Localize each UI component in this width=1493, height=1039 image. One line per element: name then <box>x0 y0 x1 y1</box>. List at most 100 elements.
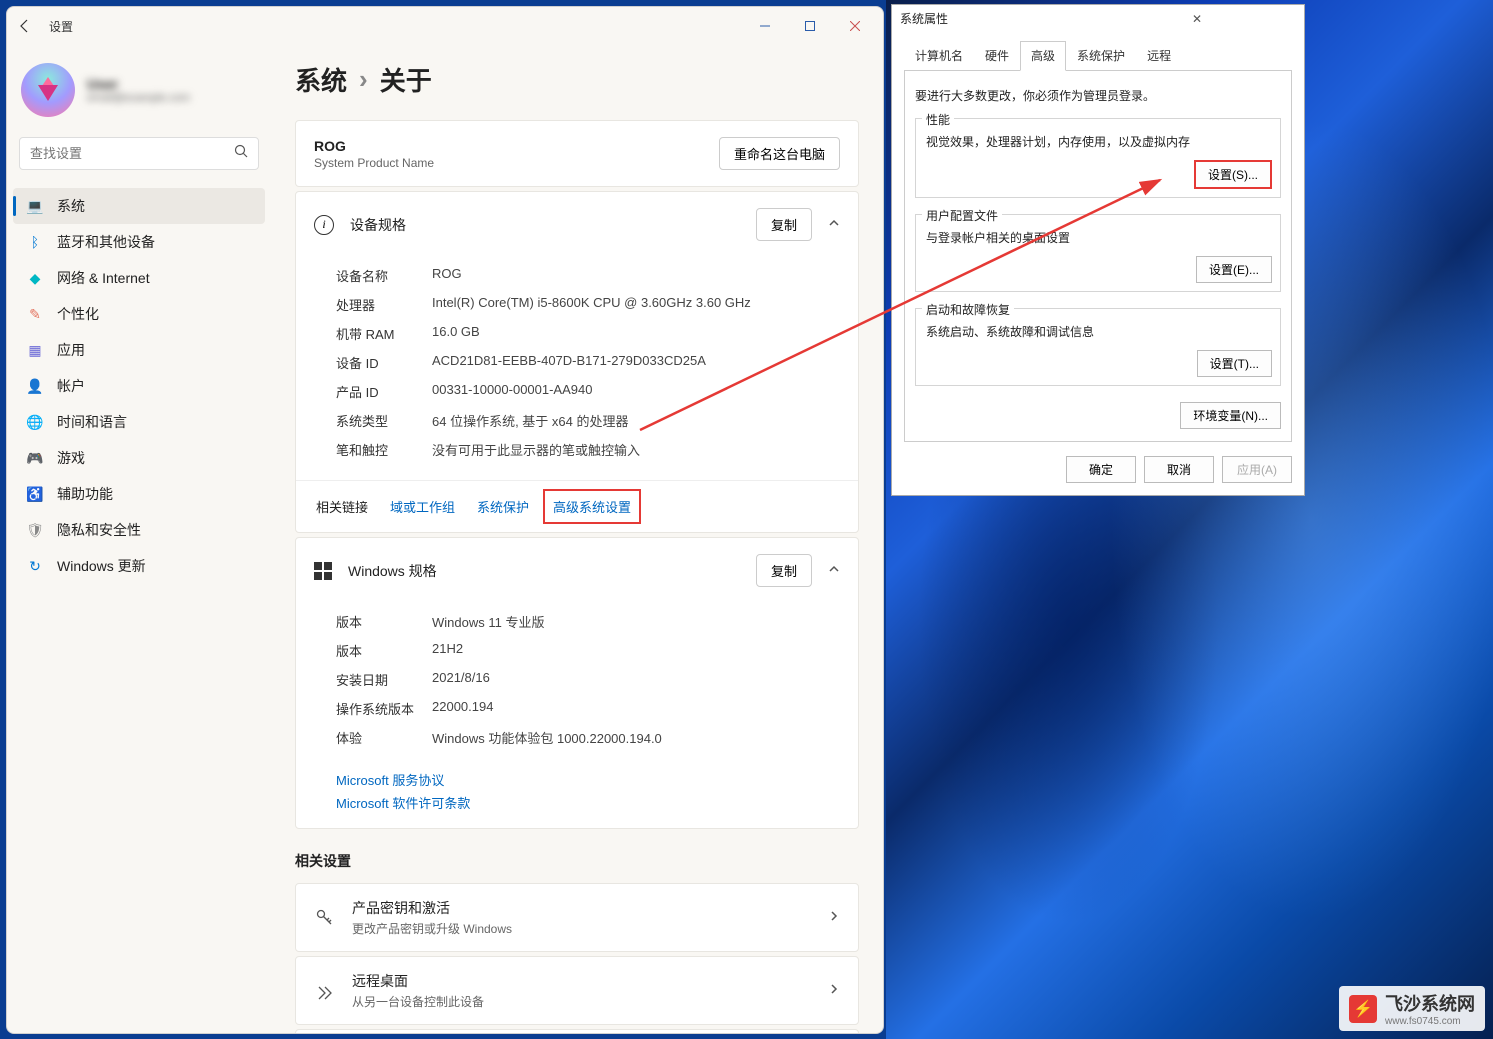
spec-key: 系统类型 <box>336 411 432 430</box>
sysprops-tab-4[interactable]: 远程 <box>1136 41 1182 71</box>
sidebar-item-2[interactable]: ◆ 网络 & Internet <box>13 260 265 296</box>
rename-pc-button[interactable]: 重命名这台电脑 <box>719 137 840 170</box>
sidebar-item-9[interactable]: 🛡 隐私和安全性 <box>13 512 265 548</box>
related-item-title: 远程桌面 <box>352 971 812 991</box>
nav-label: 隐私和安全性 <box>57 520 141 540</box>
spec-key: 处理器 <box>336 295 432 314</box>
winspec-row: 操作系统版本 22000.194 <box>336 694 818 723</box>
spec-value: 64 位操作系统, 基于 x64 的处理器 <box>432 411 628 430</box>
copy-specs-button[interactable]: 复制 <box>756 208 812 241</box>
sysprops-tab-3[interactable]: 系统保护 <box>1066 41 1136 71</box>
sidebar-item-6[interactable]: 🌐 时间和语言 <box>13 404 265 440</box>
pc-product: System Product Name <box>314 156 703 170</box>
close-button[interactable] <box>832 11 877 41</box>
search-icon <box>234 144 248 163</box>
env-vars-button[interactable]: 环境变量(N)... <box>1180 402 1281 429</box>
sidebar-item-4[interactable]: ▦ 应用 <box>13 332 265 368</box>
sidebar-item-1[interactable]: ᛒ 蓝牙和其他设备 <box>13 224 265 260</box>
pc-card: ROG System Product Name 重命名这台电脑 <box>295 120 859 187</box>
nav-label: 游戏 <box>57 448 85 468</box>
sidebar: Useremail@example.com 💻 系统 ᛒ 蓝牙和其他设备 ◆ 网… <box>7 45 271 1033</box>
group-desc: 与登录帐户相关的桌面设置 <box>926 229 1272 246</box>
sysprops-tab-1[interactable]: 硬件 <box>974 41 1020 71</box>
spec-row: 笔和触控 没有可用于此显示器的笔或触控输入 <box>336 435 818 464</box>
minimize-button[interactable] <box>742 11 787 41</box>
sidebar-item-7[interactable]: 🎮 游戏 <box>13 440 265 476</box>
related-item-sub: 更改产品密钥或升级 Windows <box>352 920 812 937</box>
watermark-logo: ⚡ <box>1349 995 1377 1023</box>
chevron-right-icon: › <box>359 64 368 95</box>
group-settings-button-0[interactable]: 设置(S)... <box>1194 160 1272 189</box>
nav-icon: ♿ <box>27 486 43 502</box>
link-ms-license-terms[interactable]: Microsoft 软件许可条款 <box>336 791 818 814</box>
nav-icon: 🛡 <box>27 522 43 538</box>
windows-specs-header[interactable]: Windows 规格 复制 <box>296 538 858 603</box>
windows-icon <box>314 562 332 580</box>
related-card-2[interactable]: 设备管理器 打印机和其他驱动程序、硬件属性 <box>295 1029 859 1033</box>
admin-note: 要进行大多数更改，你必须作为管理员登录。 <box>915 87 1281 104</box>
breadcrumb-system[interactable]: 系统 <box>295 61 347 98</box>
related-item-title: 产品密钥和激活 <box>352 898 812 918</box>
nav-label: 帐户 <box>57 376 85 396</box>
system-properties-dialog: 系统属性 ✕ 计算机名硬件高级系统保护远程 要进行大多数更改，你必须作为管理员登… <box>891 4 1305 496</box>
sysprops-tab-2[interactable]: 高级 <box>1020 41 1066 71</box>
content: 系统 › 关于 ROG System Product Name 重命名这台电脑 … <box>271 45 883 1033</box>
profile[interactable]: Useremail@example.com <box>13 55 265 125</box>
sidebar-item-3[interactable]: ✎ 个性化 <box>13 296 265 332</box>
search-input[interactable] <box>30 146 234 161</box>
nav-icon: 🎮 <box>27 450 43 466</box>
device-specs-header[interactable]: i 设备规格 复制 <box>296 192 858 257</box>
winspec-key: 操作系统版本 <box>336 699 432 718</box>
link-domain[interactable]: 域或工作组 <box>390 497 455 516</box>
link-ms-service-agreement[interactable]: Microsoft 服务协议 <box>336 768 818 791</box>
related-label: 相关链接 <box>316 497 368 516</box>
nav-label: 辅助功能 <box>57 484 113 504</box>
settings-window: 设置 Useremail@example.com 💻 系统 ᛒ <box>6 6 884 1034</box>
spec-key: 产品 ID <box>336 382 432 401</box>
watermark-text: 飞沙系统网 <box>1385 990 1475 1016</box>
search-box[interactable] <box>19 137 259 170</box>
back-button[interactable] <box>13 14 37 38</box>
winspec-value: 22000.194 <box>432 699 493 718</box>
spec-value: ACD21D81-EEBB-407D-B171-279D033CD25A <box>432 353 706 372</box>
nav-icon: ᛒ <box>27 234 43 250</box>
info-icon: i <box>314 215 334 235</box>
link-system-protection[interactable]: 系统保护 <box>477 497 529 516</box>
related-settings-title: 相关设置 <box>295 851 859 871</box>
nav-icon: ◆ <box>27 270 43 286</box>
sysprops-tab-0[interactable]: 计算机名 <box>904 41 974 71</box>
copy-winspecs-button[interactable]: 复制 <box>756 554 812 587</box>
spec-value: 00331-10000-00001-AA940 <box>432 382 592 401</box>
winspec-value: Windows 11 专业版 <box>432 612 544 631</box>
breadcrumb: 系统 › 关于 <box>295 61 859 98</box>
spec-value: 16.0 GB <box>432 324 480 343</box>
spec-key: 机带 RAM <box>336 324 432 343</box>
related-card-0[interactable]: 产品密钥和激活 更改产品密钥或升级 Windows <box>295 883 859 952</box>
maximize-button[interactable] <box>787 11 832 41</box>
spec-row: 处理器 Intel(R) Core(TM) i5-8600K CPU @ 3.6… <box>336 290 818 319</box>
cancel-button[interactable]: 取消 <box>1144 456 1214 483</box>
sysprops-title-text: 系统属性 <box>900 10 1098 27</box>
nav-label: 应用 <box>57 340 85 360</box>
spec-row: 系统类型 64 位操作系统, 基于 x64 的处理器 <box>336 406 818 435</box>
nav-label: 系统 <box>57 196 85 216</box>
ok-button[interactable]: 确定 <box>1066 456 1136 483</box>
related-card-1[interactable]: 远程桌面 从另一台设备控制此设备 <box>295 956 859 1025</box>
sysprops-group-2: 启动和故障恢复 系统启动、系统故障和调试信息 设置(T)... <box>915 308 1281 386</box>
windows-specs-title: Windows 规格 <box>348 561 740 581</box>
sidebar-item-5[interactable]: 👤 帐户 <box>13 368 265 404</box>
sidebar-item-8[interactable]: ♿ 辅助功能 <box>13 476 265 512</box>
device-specs-card: i 设备规格 复制 设备名称 ROG 处理器 Intel(R) Core(TM)… <box>295 191 859 533</box>
chevron-up-icon <box>828 217 840 232</box>
group-settings-button-2[interactable]: 设置(T)... <box>1197 350 1272 377</box>
group-desc: 系统启动、系统故障和调试信息 <box>926 323 1272 340</box>
sidebar-item-10[interactable]: ↻ Windows 更新 <box>13 548 265 584</box>
link-advanced-system-settings[interactable]: 高级系统设置 <box>543 489 641 524</box>
nav-label: 时间和语言 <box>57 412 127 432</box>
group-settings-button-1[interactable]: 设置(E)... <box>1196 256 1272 283</box>
sidebar-item-0[interactable]: 💻 系统 <box>13 188 265 224</box>
key-icon <box>314 908 336 928</box>
apply-button[interactable]: 应用(A) <box>1222 456 1292 483</box>
sysprops-close-button[interactable]: ✕ <box>1098 12 1296 26</box>
winspec-key: 版本 <box>336 612 432 631</box>
